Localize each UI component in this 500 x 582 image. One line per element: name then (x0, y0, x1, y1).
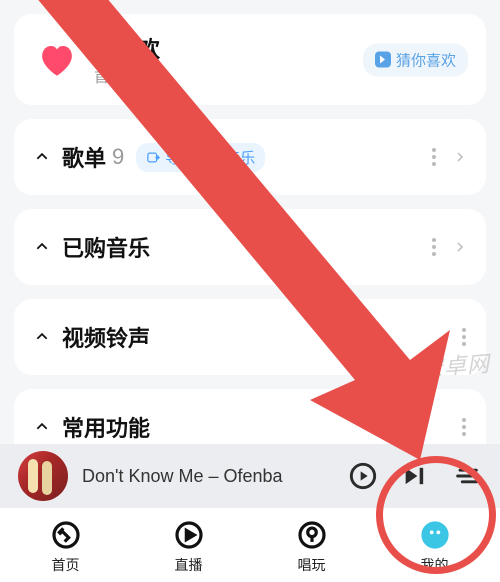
mine-icon (418, 518, 452, 552)
like-sub: 首 (94, 66, 160, 87)
row-title: 歌单 (62, 141, 106, 173)
more-icon[interactable] (462, 418, 466, 436)
chevron-up-icon (34, 149, 50, 165)
player-bar[interactable]: Don't Know Me – Ofenba (0, 444, 500, 508)
row-purchased[interactable]: 已购音乐 (14, 209, 486, 285)
nav-label: 首页 (52, 555, 80, 575)
chevron-up-icon (34, 419, 50, 435)
track-title: Don't Know Me – Ofenba (82, 466, 326, 487)
bottom-nav: 首页 直播 唱玩 我的 (0, 508, 500, 582)
more-icon[interactable] (432, 148, 436, 166)
like-title: 我喜欢 (94, 32, 160, 64)
play-button[interactable] (348, 461, 378, 491)
import-label: 导入外部音乐 (165, 147, 255, 168)
home-icon (49, 518, 83, 552)
row-title: 常用功能 (62, 411, 150, 443)
guess-label: 猜你喜欢 (396, 49, 456, 70)
import-external-music-button[interactable]: 导入外部音乐 (136, 143, 265, 172)
row-playlist[interactable]: 歌单 9 导入外部音乐 (14, 119, 486, 195)
chevron-up-icon (34, 329, 50, 345)
nav-label: 我的 (421, 555, 449, 575)
row-title: 已购音乐 (62, 231, 150, 263)
nav-live[interactable]: 直播 (127, 518, 250, 575)
guess-you-like-button[interactable]: 猜你喜欢 (363, 43, 468, 76)
more-icon[interactable] (432, 238, 436, 256)
playlist-button[interactable] (452, 461, 482, 491)
row-count: 9 (112, 144, 124, 170)
nav-mine[interactable]: 我的 (373, 518, 496, 575)
next-button[interactable] (400, 461, 430, 491)
live-icon (172, 518, 206, 552)
row-title: 视频铃声 (62, 321, 150, 353)
chevron-right-icon (454, 238, 466, 256)
more-icon[interactable] (462, 328, 466, 346)
album-art[interactable] (18, 451, 68, 501)
nav-home[interactable]: 首页 (4, 518, 127, 575)
mic-icon (295, 518, 329, 552)
chevron-right-icon (454, 148, 466, 166)
nav-label: 唱玩 (298, 555, 326, 575)
nav-label: 直播 (175, 555, 203, 575)
like-card[interactable]: 我喜欢 首 猜你喜欢 (14, 14, 486, 105)
import-icon (146, 150, 161, 165)
heart-icon (34, 37, 80, 83)
chevron-up-icon (34, 239, 50, 255)
nav-changwan[interactable]: 唱玩 (250, 518, 373, 575)
play-square-icon (375, 52, 391, 68)
row-video-ring[interactable]: 视频铃声 (14, 299, 486, 375)
